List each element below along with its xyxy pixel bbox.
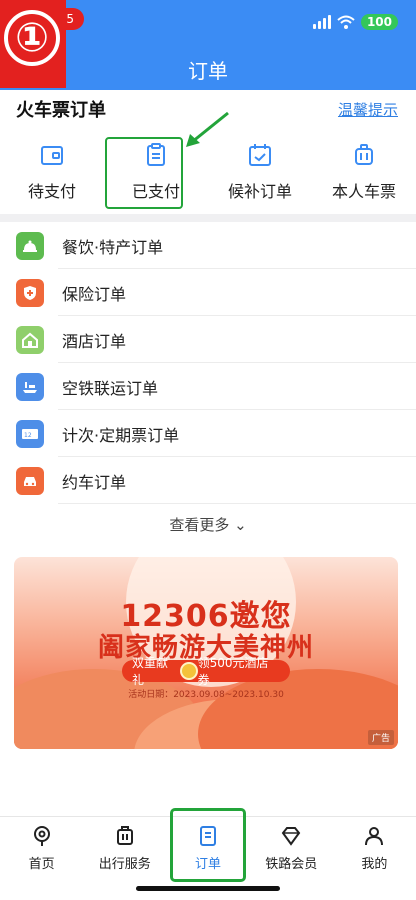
tab-label: 我的 [361, 857, 388, 872]
train-orders-title: 火车票订单 [16, 100, 106, 121]
banner-pill-right: 领500元酒店券 [197, 656, 269, 687]
car-icon [16, 466, 44, 495]
order-list: 餐饮·特产订单 保险订单 酒店订单 空铁联运订单 12 计次·定期票订单 约车订… [0, 222, 416, 504]
step-number: ① [4, 10, 60, 66]
my-tickets-button[interactable]: 本人车票 [312, 132, 416, 212]
status-icons: 100 [312, 14, 398, 30]
banner-date: 活动日期：2023.09.08~2023.10.30 [128, 690, 284, 700]
banner-coupon-pill: 双重献礼 领500元酒店券 [122, 656, 290, 687]
suitcase-icon [116, 826, 133, 845]
list-item-label: 空铁联运订单 [62, 378, 159, 398]
paid-highlight-box [105, 137, 183, 209]
tab-label: 首页 [28, 857, 55, 872]
list-item-air-rail-orders[interactable]: 空铁联运订单 [0, 363, 416, 410]
step-marker: ① [0, 0, 66, 88]
list-item-insurance-orders[interactable]: 保险订单 [0, 269, 416, 316]
list-item-label: 保险订单 [62, 284, 127, 304]
diamond-icon [281, 827, 301, 846]
signal-icon [312, 15, 331, 29]
wallet-icon [41, 146, 63, 165]
list-item-hotel-orders[interactable]: 酒店订单 [0, 316, 416, 363]
list-item-label: 计次·定期票订单 [62, 425, 180, 445]
coin-icon [179, 662, 198, 680]
list-item-label: 餐饮·特产订单 [62, 237, 164, 257]
battery-indicator: 100 [360, 14, 398, 30]
shield-icon [16, 278, 44, 307]
luggage-icon [355, 144, 373, 165]
list-item-label: 酒店订单 [62, 331, 127, 351]
view-more-button[interactable]: 查看更多 ⌄ [0, 514, 416, 535]
food-cloche-icon [16, 231, 44, 260]
section-divider [0, 214, 416, 222]
svg-text:12: 12 [24, 432, 32, 439]
promo-banner[interactable]: 12306邀您 阖家畅游大美神州 双重献礼 领500元酒店券 活动日期：2023… [14, 557, 398, 749]
profile-icon [365, 827, 384, 846]
pointer-arrow-icon [186, 111, 229, 147]
tips-link[interactable]: 温馨提示 [338, 99, 398, 120]
ticket-icon: 12 [16, 419, 44, 448]
banner-pill-left: 双重献礼 [132, 656, 169, 687]
home-indicator [136, 886, 280, 891]
list-item-ride-orders[interactable]: 约车订单 [0, 457, 416, 504]
tab-home[interactable]: 首页 [0, 817, 83, 900]
plane-train-icon [16, 372, 44, 401]
orders-tab-highlight-box [170, 808, 246, 882]
tab-label: 出行服务 [98, 857, 151, 872]
wifi-icon [337, 15, 355, 29]
calendar-icon [249, 144, 271, 166]
list-item-pass-ticket-orders[interactable]: 12 计次·定期票订单 [0, 410, 416, 457]
tab-profile[interactable]: 我的 [333, 817, 416, 900]
waitlist-orders-label: 候补订单 [227, 182, 292, 201]
pending-payment-label: 待支付 [27, 182, 76, 201]
hotel-icon [16, 325, 44, 354]
ad-label: 广告 [367, 730, 394, 745]
home-icon [33, 826, 50, 846]
my-tickets-label: 本人车票 [331, 182, 396, 201]
list-item-label: 约车订单 [62, 472, 127, 492]
tab-label: 铁路会员 [265, 857, 318, 872]
list-item-food-orders[interactable]: 餐饮·特产订单 [0, 222, 416, 269]
pending-payment-button[interactable]: 待支付 [0, 132, 104, 212]
